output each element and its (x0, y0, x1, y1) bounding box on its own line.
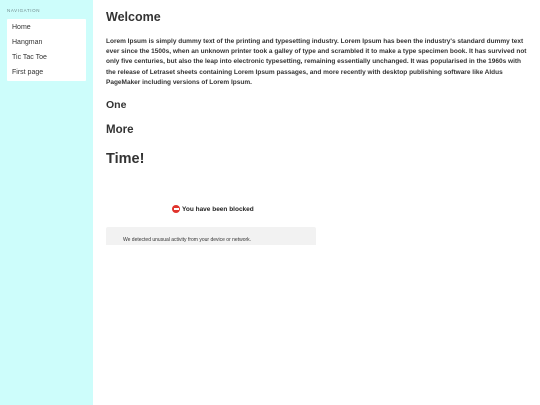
blocked-message-box: We detected unusual activity from your d… (106, 227, 316, 245)
sidebar-item-home[interactable]: Home (7, 20, 86, 35)
heading-time: Time! (106, 151, 145, 167)
sidebar-item-tic-tac-toe[interactable]: Tic Tac Toe (7, 50, 86, 65)
blocked-message: We detected unusual activity from your d… (123, 237, 252, 243)
sidebar: NAVIGATION Home Hangman Tic Tac Toe Firs… (0, 0, 93, 405)
nav-heading: NAVIGATION (7, 8, 41, 13)
heading-more: More (106, 124, 134, 136)
page: NAVIGATION Home Hangman Tic Tac Toe Firs… (0, 0, 540, 405)
sidebar-item-hangman[interactable]: Hangman (7, 35, 86, 50)
heading-one: One (106, 99, 127, 111)
nav-list: Home Hangman Tic Tac Toe First page (7, 19, 86, 81)
page-title: Welcome (106, 10, 161, 24)
blocked-title-row: You have been blocked (172, 204, 254, 214)
blocked-title: You have been blocked (182, 205, 254, 213)
intro-paragraph: Lorem Ipsum is simply dummy text of the … (106, 38, 527, 86)
no-entry-icon (172, 205, 180, 213)
sidebar-item-first-page[interactable]: First page (7, 65, 86, 80)
